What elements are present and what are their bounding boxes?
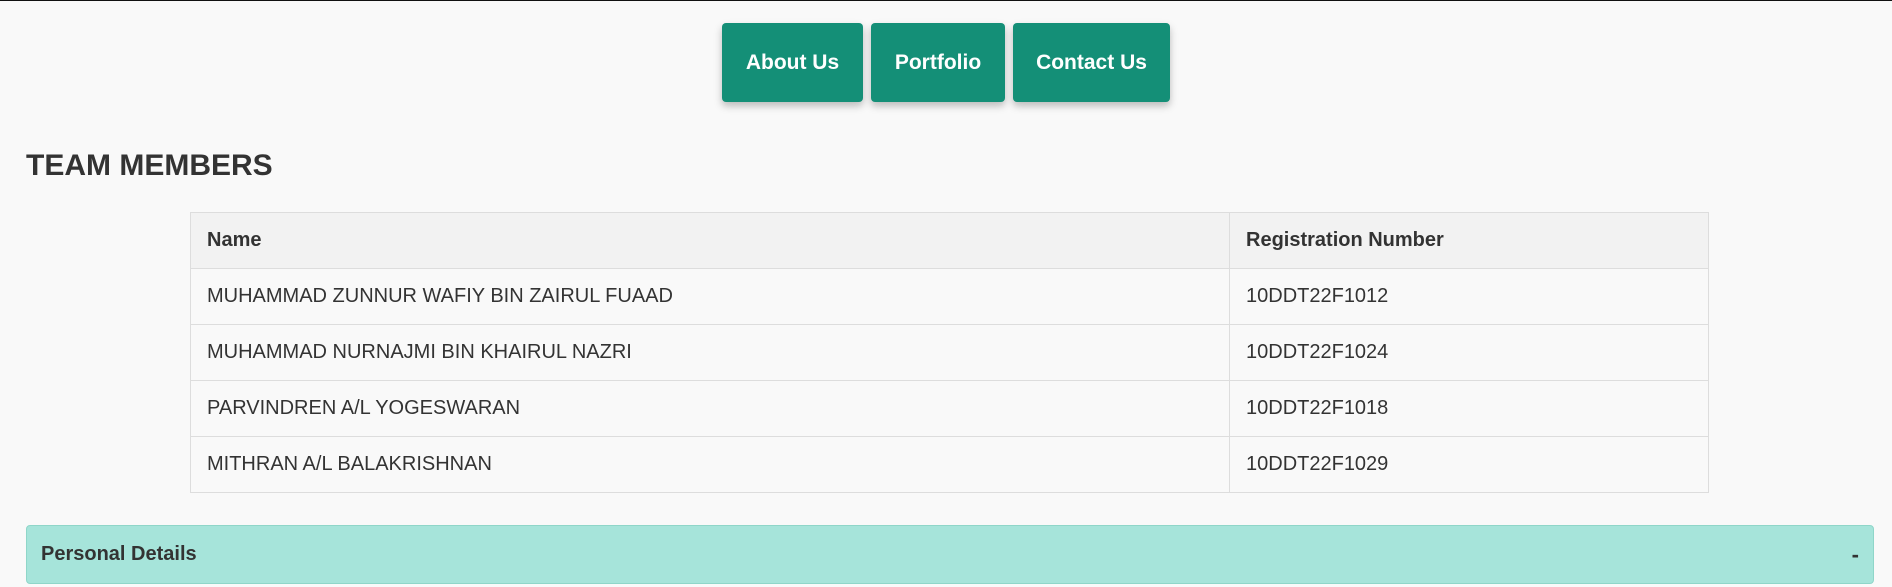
member-name-cell: MUHAMMAD ZUNNUR WAFIY BIN ZAIRUL FUAAD (190, 268, 1230, 325)
registration-number-cell: 10DDT22F1024 (1229, 324, 1709, 381)
portfolio-button[interactable]: Portfolio (871, 23, 1005, 102)
table-row: MUHAMMAD ZUNNUR WAFIY BIN ZAIRUL FUAAD 1… (190, 268, 1709, 325)
table-header-row: Name Registration Number (190, 212, 1709, 269)
table-row: MITHRAN A/L BALAKRISHNAN 10DDT22F1029 (190, 436, 1709, 493)
table-row: MUHAMMAD NURNAJMI BIN KHAIRUL NAZRI 10DD… (190, 324, 1709, 381)
registration-number-cell: 10DDT22F1012 (1229, 268, 1709, 325)
member-name-cell: MITHRAN A/L BALAKRISHNAN (190, 436, 1230, 493)
about-us-button[interactable]: About Us (722, 23, 863, 102)
registration-number-cell: 10DDT22F1029 (1229, 436, 1709, 493)
accordion-title: Personal Details (41, 543, 197, 565)
column-header-registration-number: Registration Number (1229, 212, 1709, 269)
column-header-name: Name (190, 212, 1230, 269)
member-name-cell: PARVINDREN A/L YOGESWARAN (190, 380, 1230, 437)
registration-number-cell: 10DDT22F1018 (1229, 380, 1709, 437)
member-name-cell: MUHAMMAD NURNAJMI BIN KHAIRUL NAZRI (190, 324, 1230, 381)
main-nav: About Us Portfolio Contact Us (0, 23, 1892, 102)
page-title: TEAM MEMBERS (26, 149, 273, 182)
contact-us-button[interactable]: Contact Us (1013, 23, 1170, 102)
table-row: PARVINDREN A/L YOGESWARAN 10DDT22F1018 (190, 380, 1709, 437)
personal-details-accordion[interactable]: Personal Details - (26, 525, 1874, 584)
collapse-toggle-icon[interactable]: - (1852, 542, 1859, 568)
team-members-table: Name Registration Number MUHAMMAD ZUNNUR… (190, 212, 1709, 493)
